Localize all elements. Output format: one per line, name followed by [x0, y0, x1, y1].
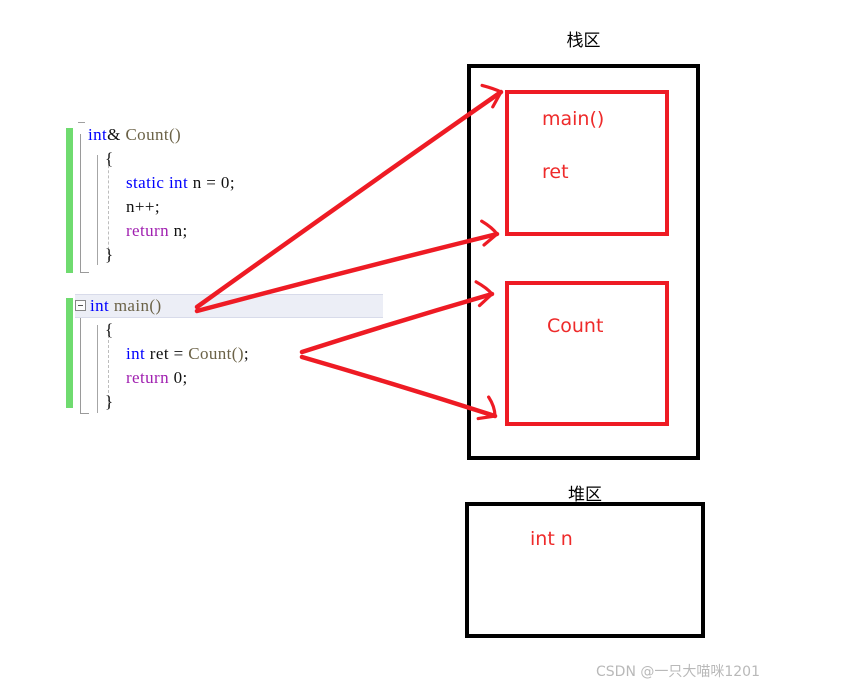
stack-frame-ret-label: ret: [542, 161, 569, 183]
code-token: Count: [125, 125, 169, 144]
code-token: return: [126, 221, 169, 240]
code-line-9: int ret = Count();: [126, 344, 249, 364]
code-line-4: n++;: [126, 197, 160, 217]
code-token: int: [168, 173, 189, 192]
stack-frame-count-label: Count: [547, 315, 604, 337]
code-token: int: [88, 125, 108, 144]
change-indicator-bar-top: [66, 128, 73, 273]
code-token: ;: [243, 344, 250, 363]
heap-variable-label: int n: [530, 528, 573, 550]
stack-region-title: 栈区: [566, 31, 601, 51]
change-indicator-bar-bottom: [66, 298, 73, 408]
code-token: (): [149, 296, 162, 315]
diagram-canvas: int& Count() { static int n = 0; n++; re…: [0, 0, 854, 686]
code-token: main: [113, 296, 150, 315]
highlight-top-rule: [75, 294, 383, 295]
heap-region-box: [465, 502, 705, 638]
code-token: n++;: [126, 197, 160, 216]
code-token: int: [90, 296, 110, 315]
code-line-1: int& Count(): [88, 125, 181, 145]
code-token: {: [105, 149, 114, 168]
gutter-outline-main-foot: [80, 413, 89, 414]
gutter-outline-main: [80, 305, 81, 413]
code-token: static: [126, 173, 165, 192]
code-token: n = 0;: [188, 173, 235, 192]
code-line-7: int main(): [90, 296, 162, 316]
code-line-11: }: [105, 392, 114, 412]
highlight-bottom-rule: [75, 317, 383, 318]
code-line-3: static int n = 0;: [126, 173, 235, 193]
stack-frame-count: [505, 281, 669, 426]
code-line-8: {: [105, 320, 114, 340]
code-token: }: [105, 392, 114, 411]
collapse-toggle-main[interactable]: [75, 300, 86, 311]
code-line-2: {: [105, 149, 114, 169]
brace-guide-count: [97, 155, 98, 265]
code-editor-pane: int& Count() { static int n = 0; n++; re…: [60, 120, 390, 415]
code-line-6: }: [105, 245, 114, 265]
brace-guide-main: [97, 325, 98, 413]
code-token: (): [169, 125, 182, 144]
code-token: ret =: [145, 344, 189, 363]
code-line-5: return n;: [126, 221, 188, 241]
code-token: n;: [169, 221, 188, 240]
code-token: (): [231, 344, 244, 363]
code-token: int: [126, 344, 146, 363]
code-token: }: [105, 245, 114, 264]
stack-frame-main-label: main(): [542, 108, 605, 130]
csdn-watermark: CSDN @一只大喵咪1201: [596, 664, 760, 680]
gutter-outline-count: [80, 134, 81, 272]
gutter-tick-top: [78, 122, 85, 123]
code-token: Count: [188, 344, 232, 363]
code-line-10: return 0;: [126, 368, 188, 388]
code-token: &: [107, 125, 126, 144]
code-token: 0;: [169, 368, 188, 387]
code-token: {: [105, 320, 114, 339]
gutter-outline-count-foot: [80, 272, 89, 273]
code-token: return: [126, 368, 169, 387]
